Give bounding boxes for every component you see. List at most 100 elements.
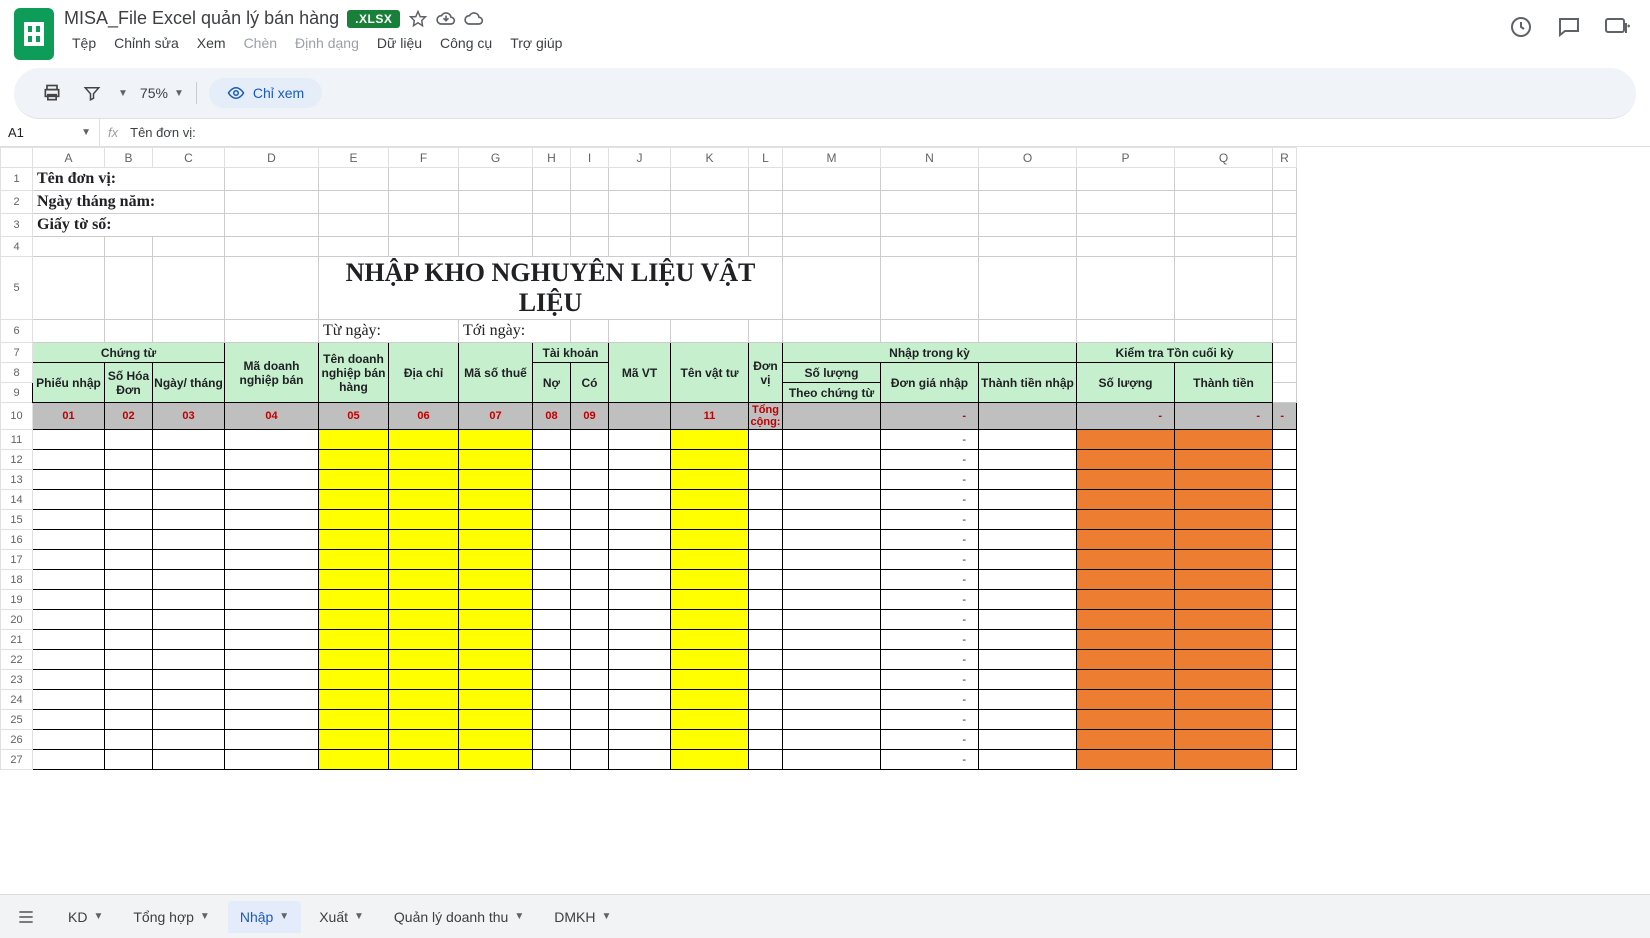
cell[interactable] — [319, 710, 389, 730]
col-header[interactable]: J — [609, 148, 671, 168]
cell[interactable] — [105, 450, 153, 470]
cell[interactable] — [1273, 610, 1297, 630]
cell[interactable]: Số lượng — [783, 363, 881, 383]
sheet-tab-xuat[interactable]: Xuất▼ — [307, 901, 376, 933]
cell[interactable]: Tổng cộng: — [749, 403, 783, 430]
cell[interactable] — [671, 730, 749, 750]
cell[interactable]: 08 — [533, 403, 571, 430]
cell[interactable] — [1175, 670, 1273, 690]
cell[interactable] — [1273, 237, 1297, 257]
cell[interactable] — [533, 550, 571, 570]
cell[interactable] — [1175, 690, 1273, 710]
cell[interactable] — [783, 214, 881, 237]
cell[interactable] — [225, 430, 319, 450]
cell[interactable] — [979, 550, 1077, 570]
cell[interactable] — [389, 630, 459, 650]
cell[interactable] — [881, 237, 979, 257]
cell[interactable] — [979, 630, 1077, 650]
history-icon[interactable] — [1508, 14, 1534, 40]
zoom-select[interactable]: 75% ▼ — [140, 85, 184, 101]
cell[interactable] — [225, 530, 319, 550]
cell[interactable] — [105, 750, 153, 770]
cell[interactable] — [1077, 168, 1175, 191]
cell[interactable] — [749, 320, 783, 343]
cell[interactable] — [33, 650, 105, 670]
sheet-tab-kd[interactable]: KD▼ — [56, 901, 115, 933]
cell[interactable] — [1175, 237, 1273, 257]
cell[interactable] — [389, 710, 459, 730]
cell[interactable]: - — [881, 510, 979, 530]
cell[interactable] — [1077, 610, 1175, 630]
cell[interactable] — [533, 430, 571, 450]
cell[interactable] — [671, 168, 749, 191]
spreadsheet-grid[interactable]: ABCDEFGHIJKLMNOPQR 1Tên đơn vị:2Ngày thá… — [0, 147, 1650, 871]
viewonly-pill[interactable]: Chỉ xem — [209, 78, 322, 108]
cell[interactable] — [671, 570, 749, 590]
cell[interactable] — [319, 750, 389, 770]
cell[interactable] — [1077, 730, 1175, 750]
cell[interactable] — [153, 237, 225, 257]
present-icon[interactable] — [1604, 14, 1630, 40]
cell[interactable] — [671, 430, 749, 450]
tab-caret-icon[interactable]: ▼ — [93, 911, 103, 922]
cell[interactable] — [571, 450, 609, 470]
cell[interactable] — [571, 750, 609, 770]
cell[interactable]: - — [1273, 403, 1297, 430]
cell[interactable] — [389, 430, 459, 450]
cell[interactable] — [783, 530, 881, 550]
cell[interactable] — [1175, 450, 1273, 470]
cell[interactable] — [979, 403, 1077, 430]
cell[interactable] — [671, 650, 749, 670]
cell[interactable]: - — [881, 670, 979, 690]
cell[interactable] — [671, 710, 749, 730]
cell[interactable] — [571, 470, 609, 490]
row-header[interactable]: 14 — [1, 490, 33, 510]
cell[interactable] — [749, 710, 783, 730]
cell[interactable] — [979, 710, 1077, 730]
cell[interactable] — [225, 750, 319, 770]
cell[interactable] — [571, 191, 609, 214]
cell[interactable] — [105, 630, 153, 650]
cell[interactable] — [319, 450, 389, 470]
row-header[interactable]: 19 — [1, 590, 33, 610]
cell[interactable]: 06 — [389, 403, 459, 430]
cell[interactable] — [609, 214, 671, 237]
cell[interactable] — [533, 630, 571, 650]
cell[interactable] — [749, 590, 783, 610]
cell[interactable] — [1175, 650, 1273, 670]
cell[interactable] — [571, 320, 609, 343]
cell[interactable] — [571, 237, 609, 257]
cell[interactable] — [571, 214, 609, 237]
cell[interactable] — [1077, 191, 1175, 214]
cell[interactable]: 03 — [153, 403, 225, 430]
cell[interactable] — [609, 630, 671, 650]
row-header[interactable]: 3 — [1, 214, 33, 237]
cell[interactable] — [749, 430, 783, 450]
cell[interactable] — [225, 730, 319, 750]
cell[interactable]: Theo chứng từ — [783, 383, 881, 403]
cell[interactable]: - — [881, 750, 979, 770]
sheet-tab-qldt[interactable]: Quản lý doanh thu▼ — [382, 901, 536, 933]
cell[interactable] — [105, 510, 153, 530]
cell[interactable] — [105, 470, 153, 490]
cell[interactable] — [1273, 570, 1297, 590]
cell[interactable] — [459, 510, 533, 530]
cell[interactable] — [459, 530, 533, 550]
cell[interactable] — [571, 690, 609, 710]
cell[interactable] — [225, 690, 319, 710]
cell[interactable] — [459, 168, 533, 191]
cell[interactable] — [671, 530, 749, 550]
cell[interactable]: - — [881, 690, 979, 710]
cell[interactable] — [1077, 550, 1175, 570]
cell[interactable] — [389, 670, 459, 690]
cell[interactable] — [459, 610, 533, 630]
cell[interactable] — [533, 650, 571, 670]
cell[interactable] — [1175, 191, 1273, 214]
cell[interactable]: 05 — [319, 403, 389, 430]
cell[interactable] — [1273, 363, 1297, 383]
cell[interactable]: - — [881, 550, 979, 570]
cell[interactable] — [571, 168, 609, 191]
cell[interactable] — [1175, 610, 1273, 630]
cell[interactable]: Mã doanh nghiệp bán — [225, 343, 319, 403]
cell[interactable] — [105, 730, 153, 750]
